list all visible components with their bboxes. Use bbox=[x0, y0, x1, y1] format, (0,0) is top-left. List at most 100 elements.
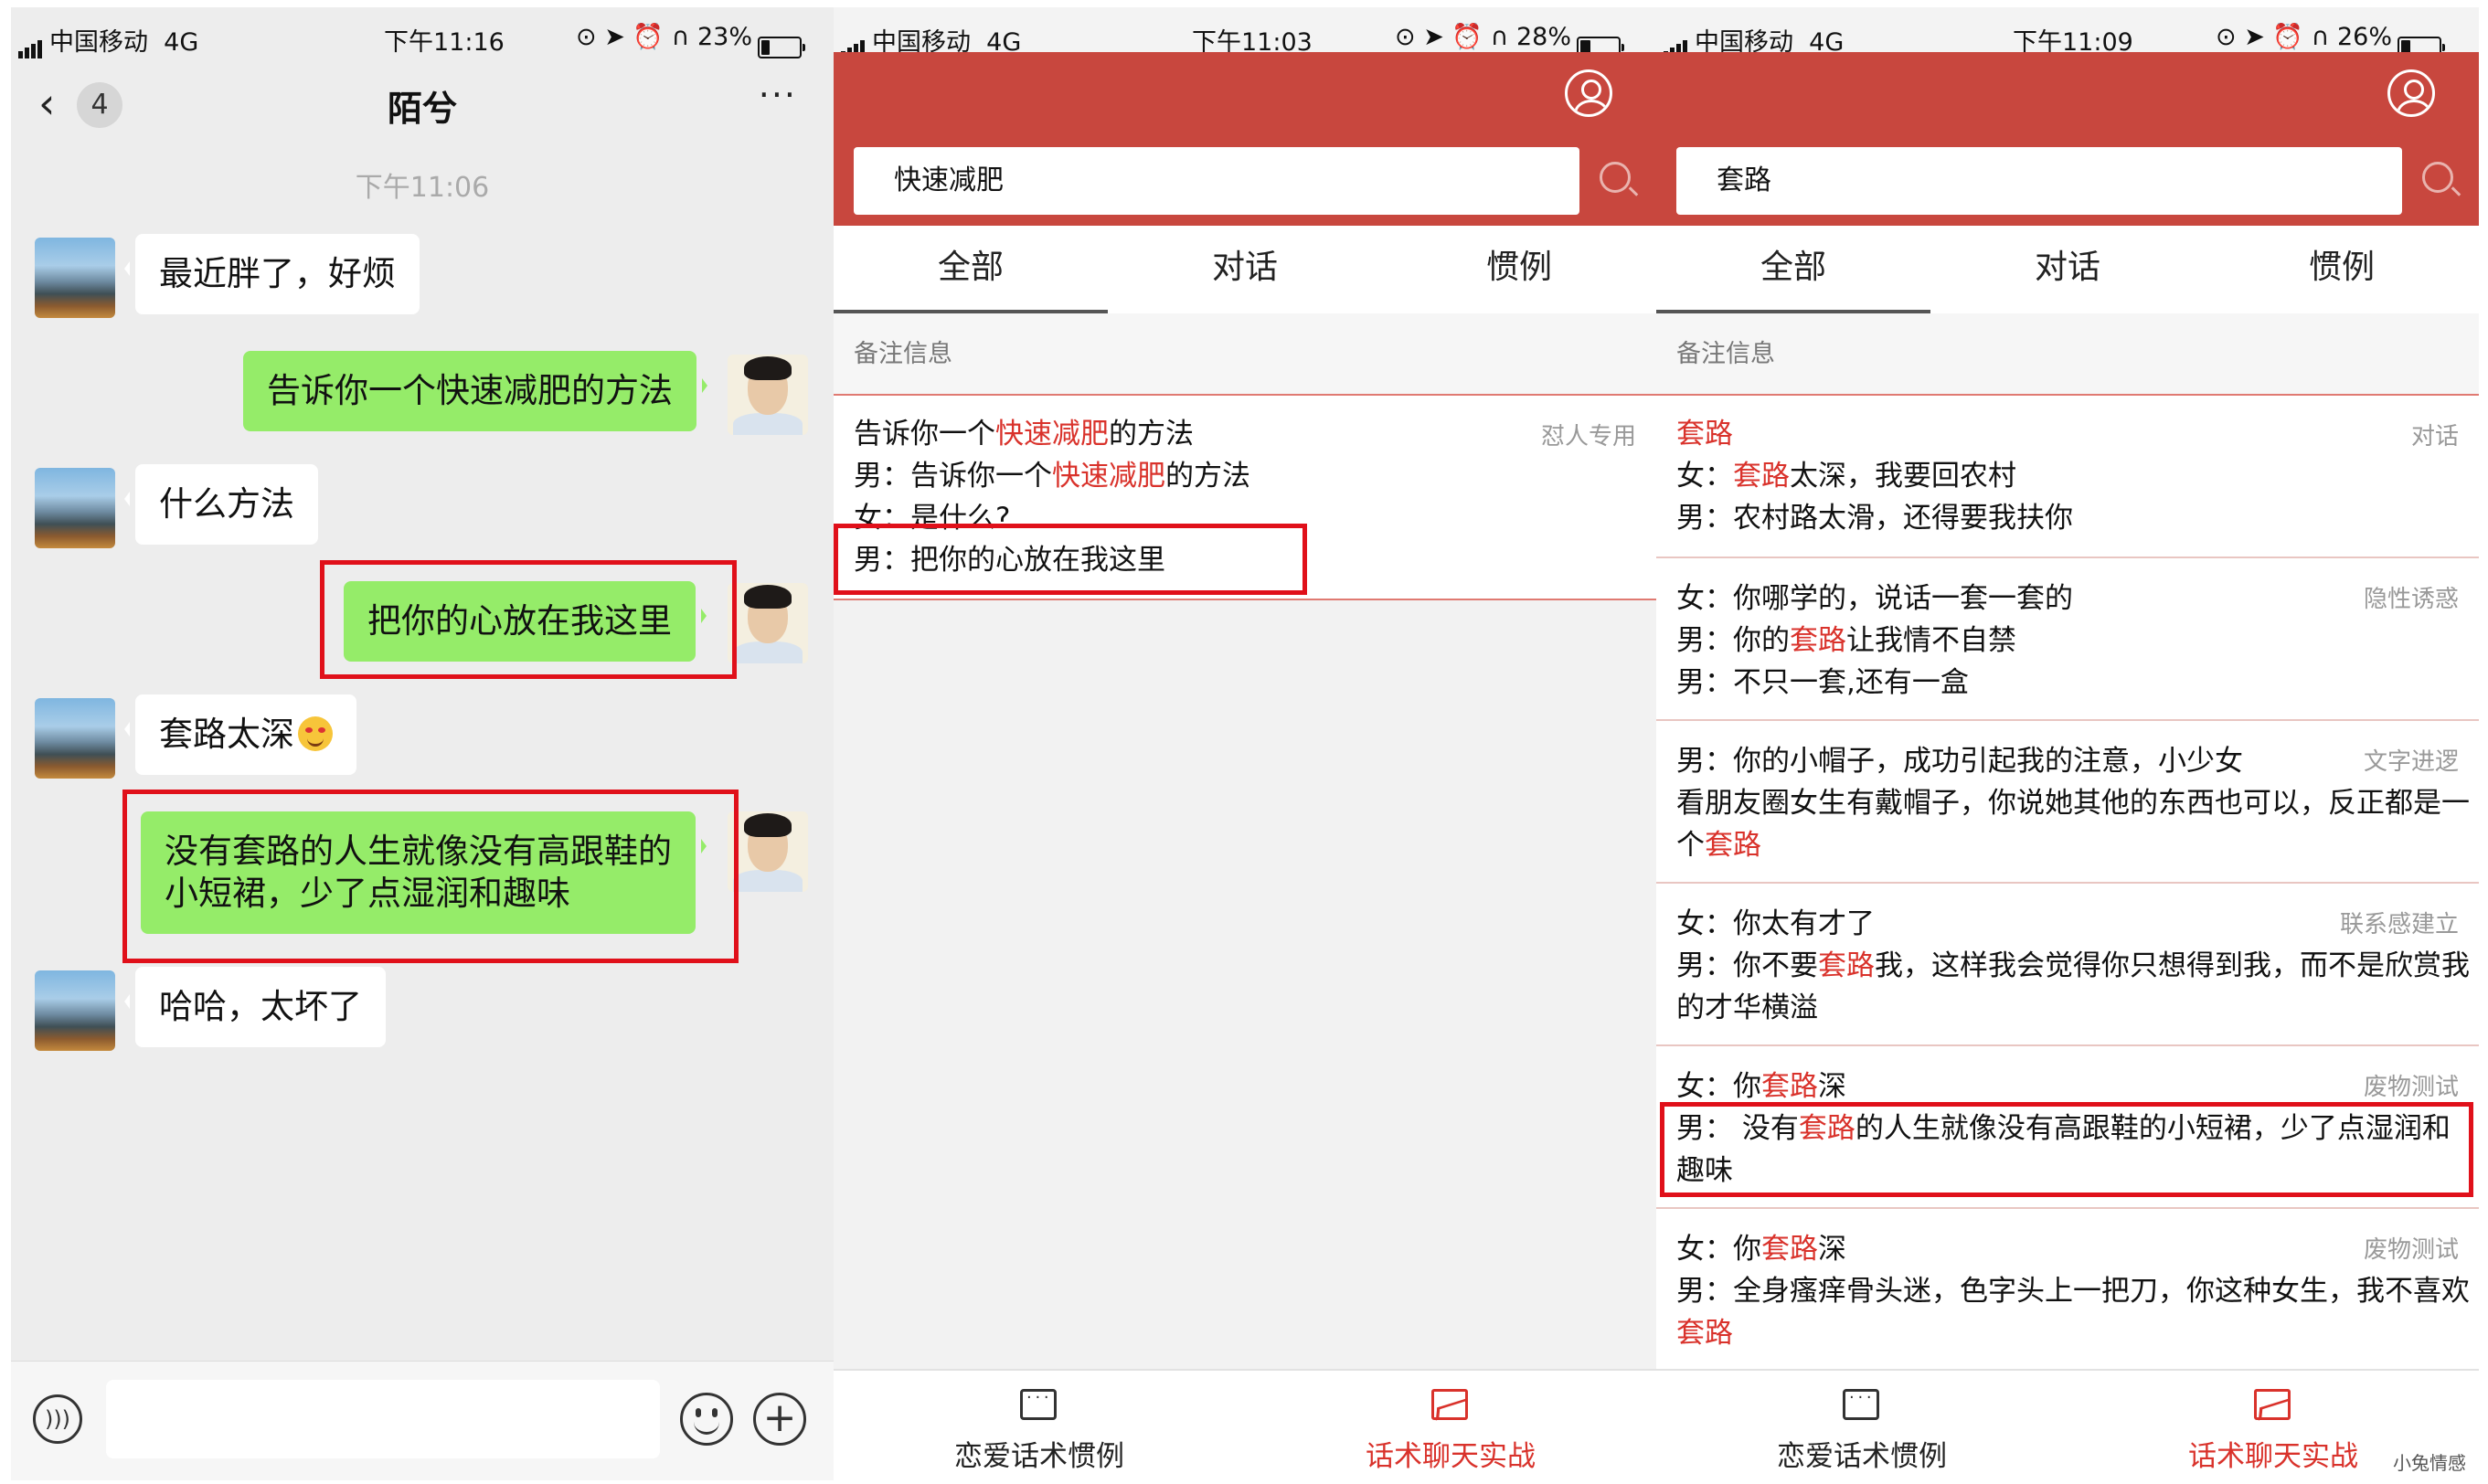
annotation-highlight-box bbox=[320, 560, 737, 679]
tab-bar: 全部 对话 惯例 bbox=[1656, 226, 2479, 313]
battery-percent: 28% bbox=[1515, 23, 1571, 51]
user-profile-icon[interactable] bbox=[1565, 69, 1612, 117]
nav-label: 恋爱话术惯例 bbox=[1777, 1440, 1947, 1473]
card-line: 男：不只一套,还有一盒 bbox=[1676, 666, 1969, 699]
search-screen-1: 中国移动 4G 下午11:03 ⊙ ➤ ⏰ ∩ 28% 快速减肥 全部 对话 惯… bbox=[834, 7, 1656, 1480]
card-line: 的才华横溢 bbox=[1676, 991, 1818, 1024]
tab-routine[interactable]: 惯例 bbox=[1382, 226, 1656, 313]
message-text: 套路太深 bbox=[159, 715, 294, 754]
card-line: 女：你太有才了 bbox=[1676, 907, 1875, 940]
chat-header: ‹ 4 陌兮 ··· bbox=[11, 68, 834, 139]
chat-bubble-icon bbox=[1843, 1388, 1879, 1420]
chat-title: 陌兮 bbox=[387, 89, 457, 129]
my-avatar[interactable] bbox=[728, 355, 808, 435]
card-tag: 废物测试 bbox=[2363, 1236, 2459, 1264]
status-icons: ⊙ ➤ ⏰ ∩ 28% bbox=[1395, 22, 1624, 58]
user-profile-icon[interactable] bbox=[2387, 69, 2435, 117]
contact-avatar[interactable] bbox=[35, 698, 115, 779]
emoji-icon[interactable] bbox=[680, 1393, 733, 1446]
chat-input-bar: ))) + bbox=[11, 1361, 834, 1480]
image-icon bbox=[1431, 1389, 1468, 1420]
section-title: 备注信息 bbox=[854, 340, 952, 368]
image-icon bbox=[2254, 1389, 2291, 1420]
bottom-nav: 恋爱话术惯例 话术聊天实战 小兔情感 bbox=[1656, 1369, 2479, 1480]
my-avatar[interactable] bbox=[728, 811, 808, 892]
chat-bubble-icon bbox=[1020, 1388, 1057, 1420]
card-tag: 联系感建立 bbox=[2339, 911, 2459, 938]
message-timestamp: 下午11:06 bbox=[355, 172, 490, 204]
battery-percent: 23% bbox=[696, 23, 752, 51]
card-line: 男：你不要套路我，这样我会觉得你只想得到我，而不是欣赏我 bbox=[1676, 949, 2470, 982]
message-bubble-right: 告诉你一个快速减肥的方法 bbox=[243, 351, 707, 431]
card-line: 套路 bbox=[1676, 1317, 1733, 1350]
result-card[interactable]: 对话 套路 女：套路太深，我要回农村 男：农村路太滑，还得要我扶你 bbox=[1656, 396, 2479, 558]
search-input[interactable]: 快速减肥 bbox=[854, 147, 1579, 215]
message-bubble-left: 什么方法 bbox=[124, 464, 318, 545]
card-line: 女：你哪学的，说话一套一套的 bbox=[1676, 582, 2073, 615]
signal-icon bbox=[18, 30, 44, 58]
plus-icon[interactable]: + bbox=[753, 1393, 806, 1446]
nav-label: 恋爱话术惯例 bbox=[954, 1440, 1124, 1473]
search-area: 套路 bbox=[1656, 136, 2479, 226]
card-line: 女：套路太深，我要回农村 bbox=[1676, 460, 2016, 493]
nav-item-routines[interactable]: 恋爱话术惯例 bbox=[1656, 1371, 2068, 1480]
card-tag: 文字进逻 bbox=[2363, 748, 2459, 776]
voice-icon[interactable]: ))) bbox=[33, 1394, 82, 1444]
search-screen-2: 中国移动 4G 下午11:09 ⊙ ➤ ⏰ ∩ 26% 套路 全部 对话 惯例 … bbox=[1656, 7, 2479, 1480]
card-line: 男：全身瘙痒骨头迷，色字头上一把刀，你这种女生，我不喜欢 bbox=[1676, 1275, 2470, 1308]
card-tag: 对话 bbox=[2410, 423, 2459, 450]
card-line: 女：你套路深 bbox=[1676, 1070, 1846, 1103]
tab-routine[interactable]: 惯例 bbox=[2205, 226, 2479, 313]
network-label: 4G bbox=[164, 28, 199, 57]
more-icon[interactable]: ··· bbox=[759, 75, 797, 115]
nav-item-practice[interactable]: 话术聊天实战 bbox=[1245, 1371, 1656, 1480]
card-tag: 废物测试 bbox=[2363, 1074, 2459, 1101]
carrier-label: 中国移动 bbox=[49, 28, 148, 57]
app-header bbox=[1656, 52, 2479, 136]
status-icons: ⊙ ➤ ⏰ ∩ 23% bbox=[576, 22, 805, 58]
contact-avatar[interactable] bbox=[35, 970, 115, 1051]
contact-avatar[interactable] bbox=[35, 468, 115, 548]
result-card[interactable]: 文字进逻 男：你的小帽子，成功引起我的注意，小少女 看朋友圈女生有戴帽子，你说她… bbox=[1656, 721, 2479, 884]
card-line: 告诉你一个快速减肥的方法 bbox=[854, 418, 1194, 450]
search-input[interactable]: 套路 bbox=[1676, 147, 2402, 215]
tab-bar: 全部 对话 惯例 bbox=[834, 226, 1656, 313]
card-line: 男：你的小帽子，成功引起我的注意，小少女 bbox=[1676, 745, 2243, 778]
battery-icon bbox=[757, 37, 805, 58]
watermark-logo: 小兔情感 bbox=[2393, 1452, 2466, 1474]
app-header bbox=[834, 52, 1656, 136]
contact-avatar[interactable] bbox=[35, 238, 115, 318]
section-header: 备注信息 bbox=[1656, 313, 2479, 396]
search-icon[interactable] bbox=[2422, 162, 2453, 193]
message-input[interactable] bbox=[106, 1380, 660, 1458]
battery-percent: 26% bbox=[2336, 23, 2392, 51]
result-card[interactable]: 隐性诱惑 女：你哪学的，说话一套一套的 男：你的套路让我情不自禁 男：不只一套,… bbox=[1656, 558, 2479, 721]
annotation-highlight-box bbox=[834, 524, 1307, 595]
search-icon[interactable] bbox=[1600, 162, 1631, 193]
tab-all[interactable]: 全部 bbox=[834, 226, 1108, 313]
chat-screen: 中国移动 4G 下午11:16 ⊙ ➤ ⏰ ∩ 23% ‹ 4 陌兮 ··· 下… bbox=[11, 7, 834, 1480]
message-bubble-left: 套路太深 bbox=[124, 694, 356, 775]
annotation-highlight-box bbox=[1660, 1102, 2473, 1197]
status-bar: 中国移动 4G 下午11:16 ⊙ ➤ ⏰ ∩ 23% bbox=[11, 7, 834, 68]
result-card[interactable]: 联系感建立 女：你太有才了 男：你不要套路我，这样我会觉得你只想得到我，而不是欣… bbox=[1656, 884, 2479, 1046]
status-icons: ⊙ ➤ ⏰ ∩ 26% bbox=[2216, 22, 2445, 58]
empty-area bbox=[834, 600, 1656, 1369]
message-bubble-left: 哈哈，太坏了 bbox=[124, 967, 386, 1047]
card-tag: 怼人专用 bbox=[1540, 423, 1636, 450]
card-line: 男：告诉你一个快速减肥的方法 bbox=[854, 460, 1250, 493]
tab-all[interactable]: 全部 bbox=[1656, 226, 1930, 313]
card-line: 个套路 bbox=[1676, 829, 1761, 862]
clock-label: 下午11:16 bbox=[384, 28, 505, 57]
tab-dialogue[interactable]: 对话 bbox=[1930, 226, 2205, 313]
card-line: 男：你的套路让我情不自禁 bbox=[1676, 624, 2016, 657]
message-bubble-left: 最近胖了，好烦 bbox=[124, 234, 420, 314]
my-avatar[interactable] bbox=[728, 583, 808, 663]
card-line: 男：农村路太滑，还得要我扶你 bbox=[1676, 502, 2073, 535]
nav-item-routines[interactable]: 恋爱话术惯例 bbox=[834, 1371, 1245, 1480]
result-card[interactable]: 废物测试 女：你套路深 男：全身瘙痒骨头迷，色字头上一把刀，你这种女生，我不喜欢… bbox=[1656, 1209, 2479, 1370]
card-line: 看朋友圈女生有戴帽子，你说她其他的东西也可以，反正都是一 bbox=[1676, 787, 2470, 820]
nav-label: 话术聊天实战 bbox=[1366, 1440, 1536, 1473]
tab-dialogue[interactable]: 对话 bbox=[1108, 226, 1382, 313]
bottom-nav: 恋爱话术惯例 话术聊天实战 bbox=[834, 1369, 1656, 1480]
